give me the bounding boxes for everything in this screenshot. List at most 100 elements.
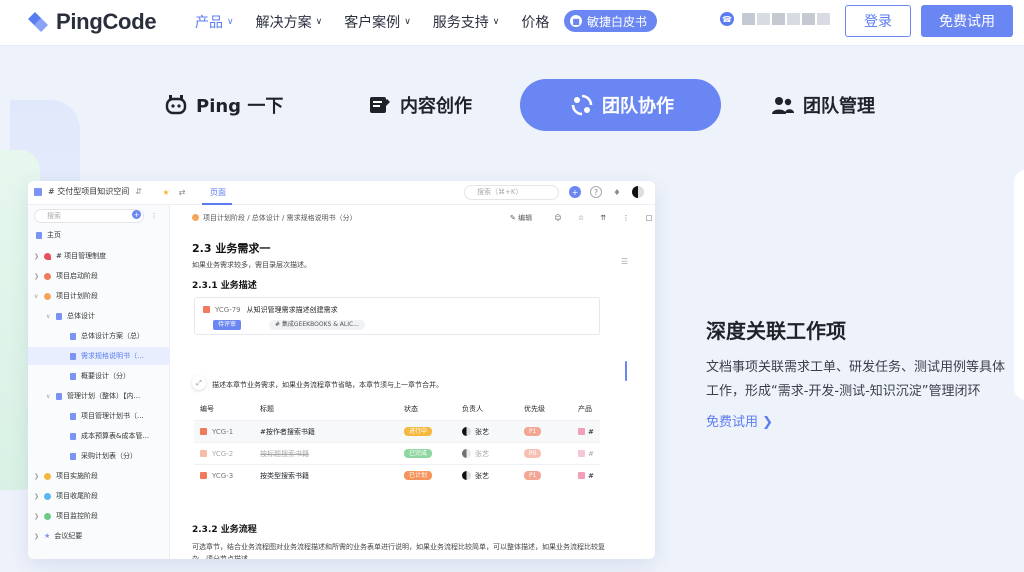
tree-item[interactable]: 总体设计方案（总） xyxy=(28,327,170,345)
heart-icon xyxy=(44,252,51,260)
edit-icon[interactable]: ✎ xyxy=(510,214,518,222)
tree-item[interactable]: ❯ 项目收尾阶段 xyxy=(28,487,170,505)
tree-item[interactable]: ❯ ★ 会议纪要 xyxy=(28,527,170,545)
whitepaper-label: 敏捷白皮书 xyxy=(587,14,648,29)
chevron-down-icon: ∨ xyxy=(46,392,51,400)
tree-item[interactable]: ❯ 项目实施阶段 xyxy=(28,467,170,485)
tree-item[interactable]: 项目管理计划书（... xyxy=(28,407,170,425)
avatar[interactable] xyxy=(632,186,644,198)
row-status: 进行中 xyxy=(404,427,433,436)
chevron-right-icon: ❯ xyxy=(34,252,40,260)
tree-label: 项目实施阶段 xyxy=(56,472,98,480)
top-nav: PingCode 产品 ∨ 解决方案 ∨ 客户案例 ∨ 服务支持 ∨ 价格 ■ 敏捷白皮… xyxy=(0,0,1024,46)
tree-item[interactable]: 成本预算表&成本管... xyxy=(28,427,170,445)
menu-item-product[interactable]: 产品 ∨ xyxy=(195,12,234,32)
menu-label: 客户案例 xyxy=(344,15,401,31)
menu-item-support[interactable]: 服务支持 ∨ xyxy=(433,12,500,32)
tree-item-home[interactable]: 主页 xyxy=(28,226,170,244)
tree-item[interactable]: ∨ 项目计划阶段 xyxy=(28,287,170,305)
comment-icon[interactable]: □ xyxy=(646,214,653,222)
expand-icon[interactable]: ⤢ xyxy=(192,376,206,390)
work-item-ref: YCG-79 从知识管理需求描述创建需求 xyxy=(203,305,338,315)
tab-content-creation[interactable]: 内容创作 xyxy=(368,79,472,131)
tab-label: 内容创作 xyxy=(400,96,472,117)
tree-item[interactable]: ∨ 总体设计 xyxy=(28,307,170,325)
chevron-down-icon: ∨ xyxy=(492,17,500,27)
table-row[interactable]: YCG-3 按类型搜索书籍 已计划 张艺 P1 # xyxy=(194,464,600,486)
logo[interactable]: PingCode xyxy=(26,9,157,35)
owner-name: 张艺 xyxy=(475,449,489,458)
tab-team-management[interactable]: 团队管理 xyxy=(771,79,875,131)
menu-item-cases[interactable]: 客户案例 ∨ xyxy=(344,12,411,32)
tree-item[interactable]: 采购计划表（分） xyxy=(28,447,170,465)
row-status: 已完成 xyxy=(404,449,433,458)
free-trial-button[interactable]: 免费试用 xyxy=(921,5,1013,37)
free-trial-link[interactable]: 免费试用 ❯ xyxy=(706,411,773,430)
more-icon[interactable]: ⋮ xyxy=(148,210,160,222)
chevron-right-icon: ❯ xyxy=(34,492,40,500)
edit-button[interactable]: 编辑 xyxy=(518,214,532,222)
tree-item[interactable]: ❯ 项目启动阶段 xyxy=(28,267,170,285)
phone-contact[interactable]: ☎ xyxy=(720,12,832,26)
tab-ping[interactable]: Ping 一下 xyxy=(164,79,283,131)
login-button[interactable]: 登录 xyxy=(845,5,911,37)
folder-icon xyxy=(192,214,199,221)
star-icon[interactable]: ★ xyxy=(160,186,172,198)
row-priority: P1 xyxy=(524,427,542,436)
chevron-down-icon: ∨ xyxy=(315,17,323,27)
tree-item[interactable]: 概要设计（分） xyxy=(28,367,170,385)
whitepaper-button[interactable]: ■ 敏捷白皮书 xyxy=(564,10,658,32)
doc-sidebar: 搜索 + ⋮ 主页 ❯ # 项目管理制度 ❯ 项目启动阶段 ∨ 项目计划阶段 ∨ 总体设… xyxy=(28,205,170,559)
work-item-card[interactable]: YCG-79 从知识管理需求描述创建需求 待评审 # 集成GEEKBOOKS & … xyxy=(194,297,600,335)
help-icon[interactable]: ? xyxy=(590,186,602,198)
section-desc: 描述本章节业务需求，如果业务流程章节省略，本章节须与上一章节合并。 xyxy=(212,381,443,389)
sync-collab-icon xyxy=(571,94,593,116)
phase-icon xyxy=(44,492,51,500)
doc-search-input[interactable]: 搜索（⌘+K） xyxy=(464,185,559,200)
tree-label: 项目启动阶段 xyxy=(56,272,98,280)
chevron-right-icon: ❯ xyxy=(34,532,40,540)
add-page-icon[interactable]: + xyxy=(132,210,141,219)
tree-item[interactable]: ❯ 项目监控阶段 xyxy=(28,507,170,525)
tree-label: 项目计划阶段 xyxy=(56,292,98,300)
user-icon[interactable]: ☺ xyxy=(554,214,561,222)
table-row[interactable]: YCG-2 按标题搜索书籍 已完成 张艺 P0 # xyxy=(194,442,600,464)
phase-icon xyxy=(44,472,51,480)
row-owner: 张艺 xyxy=(462,449,489,459)
scrollbar[interactable] xyxy=(625,361,627,381)
logo-text: PingCode xyxy=(56,9,157,34)
chevron-right-icon: ❯ xyxy=(34,272,40,280)
switch-arrows-icon[interactable]: ⇄ xyxy=(176,186,188,198)
share-icon[interactable]: ⇈ xyxy=(600,214,606,222)
add-icon[interactable]: + xyxy=(569,186,581,198)
table-row[interactable]: YCG-1 #按作者搜索书籍 进行中 张艺 P1 # xyxy=(194,420,600,442)
tree-item-selected[interactable]: 需求规格说明书（... xyxy=(28,347,170,365)
tree-label: 项目监控阶段 xyxy=(56,512,98,520)
doc-toolbar: # 交付型项目知识空间 ⇵ ★ ⇄ 页面 搜索（⌘+K） + ? ♦ xyxy=(28,181,655,205)
row-id: YCG-3 xyxy=(200,472,233,480)
outline-icon[interactable]: ☰ xyxy=(621,257,628,266)
star-outline-icon[interactable]: ☆ xyxy=(578,214,584,222)
more-icon[interactable]: ⋮ xyxy=(623,214,630,222)
row-status: 已计划 xyxy=(404,471,433,480)
tab-pages[interactable]: 页面 xyxy=(210,187,226,198)
tree-item[interactable]: ❯ # 项目管理制度 xyxy=(28,247,170,265)
tree-label: 主页 xyxy=(47,231,61,239)
menu-item-solutions[interactable]: 解决方案 ∨ xyxy=(256,12,323,32)
product-text: # xyxy=(588,427,594,436)
row-product: # xyxy=(578,450,594,458)
story-icon xyxy=(200,450,207,457)
sidebar-search-input[interactable]: 搜索 xyxy=(34,209,144,223)
tab-team-collab[interactable]: 团队协作 xyxy=(520,79,721,131)
space-switcher[interactable]: # 交付型项目知识空间 ⇵ xyxy=(34,186,142,197)
row-owner: 张艺 xyxy=(462,471,489,481)
menu-item-pricing[interactable]: 价格 xyxy=(521,12,549,32)
row-title: #按作者搜索书籍 xyxy=(260,427,315,436)
tree-label: 概要设计（分） xyxy=(81,372,130,380)
switch-icon: ⇵ xyxy=(135,187,142,196)
link-label: 免费试用 xyxy=(706,415,759,430)
row-id-text: YCG-3 xyxy=(212,471,234,480)
bell-icon[interactable]: ♦ xyxy=(611,186,623,198)
tree-item[interactable]: ∨ 管理计划（整体）【内... xyxy=(28,387,170,405)
menu-label: 服务支持 xyxy=(432,15,489,31)
